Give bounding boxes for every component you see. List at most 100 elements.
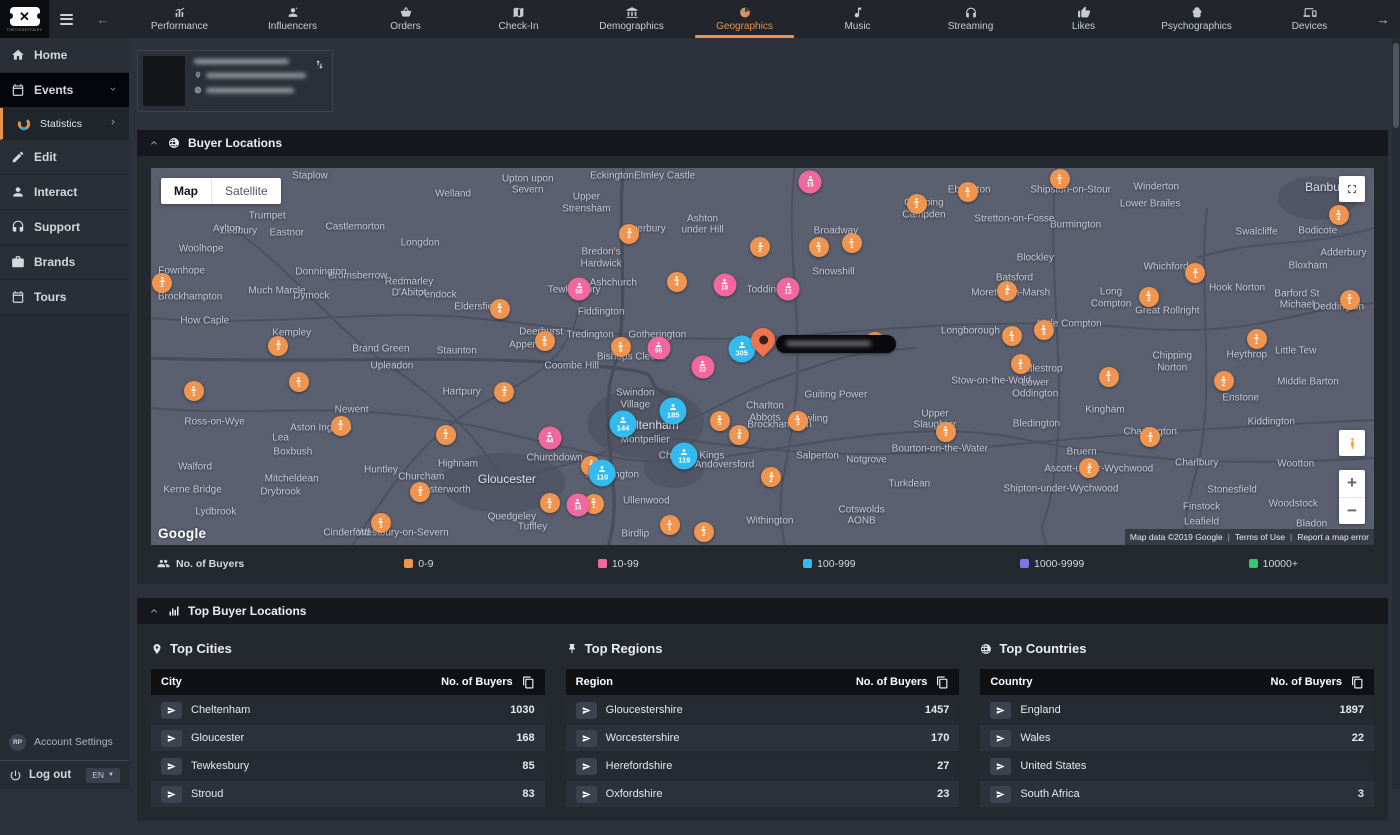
fullscreen-button[interactable] bbox=[1339, 176, 1365, 202]
buyer-cluster-marker[interactable]: 18 bbox=[713, 273, 736, 296]
buyer-cluster-marker[interactable]: 2 bbox=[1079, 458, 1099, 478]
sidebar-item-tours[interactable]: Tours bbox=[0, 280, 129, 315]
navigate-location-button[interactable] bbox=[990, 730, 1011, 747]
tab-performance[interactable]: Performance bbox=[123, 0, 236, 38]
swap-event-icon[interactable] bbox=[314, 57, 325, 75]
navigate-location-button[interactable] bbox=[990, 702, 1011, 719]
buyer-cluster-marker[interactable]: 6 bbox=[729, 425, 749, 445]
buyer-cluster-marker[interactable]: 2 bbox=[494, 382, 514, 402]
tab-devices[interactable]: Devices bbox=[1253, 0, 1366, 38]
account-settings[interactable]: RP Account Settings bbox=[0, 724, 129, 760]
buyer-cluster-marker[interactable]: 2 bbox=[1214, 371, 1234, 391]
buyer-cluster-marker[interactable]: 3 bbox=[788, 411, 808, 431]
navigate-location-button[interactable] bbox=[576, 730, 597, 747]
brand-logo[interactable]: ✕ THETICKETFAIRY bbox=[0, 0, 49, 38]
language-dropdown[interactable]: EN ▼ bbox=[86, 768, 120, 783]
navigate-location-button[interactable] bbox=[161, 786, 182, 803]
buyer-cluster-marker[interactable]: 95 bbox=[647, 336, 670, 359]
event-summary-card[interactable] bbox=[137, 50, 333, 112]
sidebar-item-statistics[interactable]: Statistics bbox=[0, 108, 129, 140]
buyer-cluster-marker[interactable]: 1 bbox=[1247, 329, 1267, 349]
buyer-cluster-marker[interactable]: 3 bbox=[1034, 320, 1054, 340]
buyer-cluster-marker[interactable]: 5 bbox=[710, 411, 730, 431]
map-type-satellite-button[interactable]: Satellite bbox=[211, 178, 281, 204]
zoom-in-button[interactable]: + bbox=[1339, 470, 1365, 498]
buyer-cluster-marker[interactable]: 3 bbox=[1140, 427, 1160, 447]
navigate-location-button[interactable] bbox=[990, 786, 1011, 803]
zoom-out-button[interactable]: − bbox=[1339, 498, 1365, 525]
copy-icon[interactable] bbox=[936, 676, 949, 689]
forward-arrow-icon[interactable]: → bbox=[1366, 0, 1400, 38]
buyer-cluster-marker[interactable]: 3 bbox=[410, 482, 430, 502]
logout-button[interactable]: Log out EN ▼ bbox=[0, 760, 129, 789]
buyer-cluster-marker[interactable]: 22 bbox=[691, 356, 714, 379]
tab-music[interactable]: Music bbox=[801, 0, 914, 38]
buyer-cluster-marker[interactable]: 1 bbox=[1011, 354, 1031, 374]
buyer-cluster-marker[interactable]: 2 bbox=[936, 422, 956, 442]
buyer-cluster-marker[interactable]: 1 bbox=[660, 515, 680, 535]
buyer-cluster-marker[interactable]: 4 bbox=[490, 299, 510, 319]
tab-demographics[interactable]: Demographics bbox=[575, 0, 688, 38]
buyer-cluster-marker[interactable]: 2 bbox=[540, 493, 560, 513]
tab-psychographics[interactable]: Psychographics bbox=[1140, 0, 1253, 38]
buyer-cluster-marker[interactable]: 2 bbox=[750, 237, 770, 257]
navigate-location-button[interactable] bbox=[576, 702, 597, 719]
buyer-cluster-marker[interactable]: 2 bbox=[761, 467, 781, 487]
google-logo[interactable]: Google bbox=[158, 526, 206, 541]
collapse-chevron-icon[interactable] bbox=[148, 137, 160, 149]
buyer-cluster-marker[interactable]: 1 bbox=[958, 182, 978, 202]
tab-geographics[interactable]: Geographics bbox=[688, 0, 801, 38]
navigate-location-button[interactable] bbox=[990, 758, 1011, 775]
sidebar-item-edit[interactable]: Edit bbox=[0, 140, 129, 175]
pegman-street-view-button[interactable] bbox=[1339, 430, 1365, 456]
buyer-cluster-marker[interactable]: 8 bbox=[611, 337, 631, 357]
buyer-cluster-marker[interactable]: 2 bbox=[907, 194, 927, 214]
buyer-cluster-marker[interactable]: 2 bbox=[1329, 205, 1349, 225]
buyer-cluster-marker[interactable]: 2 bbox=[694, 522, 714, 542]
tab-streaming[interactable]: Streaming bbox=[914, 0, 1027, 38]
navigate-location-button[interactable] bbox=[576, 786, 597, 803]
collapse-chevron-icon[interactable] bbox=[148, 605, 160, 617]
tab-likes[interactable]: Likes bbox=[1027, 0, 1140, 38]
sidebar-item-support[interactable]: Support bbox=[0, 210, 129, 245]
report-map-error-link[interactable]: Report a map error bbox=[1297, 532, 1369, 542]
buyer-cluster-marker[interactable]: 2 bbox=[152, 273, 172, 293]
buyer-cluster-marker[interactable]: 1 bbox=[184, 381, 204, 401]
tab-influencers[interactable]: Influencers bbox=[236, 0, 349, 38]
navigate-location-button[interactable] bbox=[161, 758, 182, 775]
buyer-cluster-marker[interactable]: 1 bbox=[1185, 263, 1205, 283]
buyer-cluster-marker[interactable]: 110 bbox=[589, 459, 616, 486]
buyer-cluster-marker[interactable]: 2 bbox=[331, 416, 351, 436]
buyer-cluster-marker[interactable]: 1 bbox=[1050, 169, 1070, 189]
buyer-cluster-marker[interactable]: 1 bbox=[1340, 290, 1360, 310]
buyer-cluster-marker[interactable]: 1 bbox=[842, 233, 862, 253]
buyer-cluster-marker[interactable]: 1 bbox=[1099, 367, 1119, 387]
buyer-cluster-marker[interactable]: 3 bbox=[268, 336, 288, 356]
vertical-scrollbar[interactable] bbox=[1392, 38, 1400, 789]
buyer-cluster-marker[interactable]: 4 bbox=[667, 272, 687, 292]
buyer-cluster-marker[interactable]: 12 bbox=[777, 278, 800, 301]
buyer-cluster-marker[interactable]: 185 bbox=[660, 398, 687, 425]
navigate-location-button[interactable] bbox=[161, 730, 182, 747]
buyer-cluster-marker[interactable]: 44 bbox=[538, 426, 561, 449]
hamburger-menu-icon[interactable] bbox=[49, 0, 83, 38]
tab-orders[interactable]: Orders bbox=[349, 0, 462, 38]
navigate-location-button[interactable] bbox=[161, 702, 182, 719]
copy-icon[interactable] bbox=[1351, 676, 1364, 689]
buyer-cluster-marker[interactable]: 1 bbox=[371, 513, 391, 533]
map-type-map-button[interactable]: Map bbox=[161, 178, 211, 204]
buyer-cluster-marker[interactable]: 2 bbox=[1002, 326, 1022, 346]
buyer-cluster-marker[interactable]: 2 bbox=[436, 425, 456, 445]
sidebar-item-home[interactable]: Home bbox=[0, 38, 129, 73]
buyer-cluster-marker[interactable]: 1 bbox=[289, 372, 309, 392]
tab-check-in[interactable]: Check-In bbox=[462, 0, 575, 38]
buyer-cluster-marker[interactable]: 2 bbox=[619, 224, 639, 244]
sidebar-item-brands[interactable]: Brands bbox=[0, 245, 129, 280]
sidebar-item-interact[interactable]: Interact bbox=[0, 175, 129, 210]
scrollbar-thumb[interactable] bbox=[1393, 43, 1399, 128]
back-arrow-icon[interactable]: ← bbox=[83, 0, 123, 38]
buyer-cluster-marker[interactable]: 50 bbox=[568, 278, 591, 301]
buyer-cluster-marker[interactable]: 119 bbox=[671, 443, 698, 470]
buyer-cluster-marker[interactable]: 3 bbox=[809, 237, 829, 257]
copy-icon[interactable] bbox=[522, 676, 535, 689]
